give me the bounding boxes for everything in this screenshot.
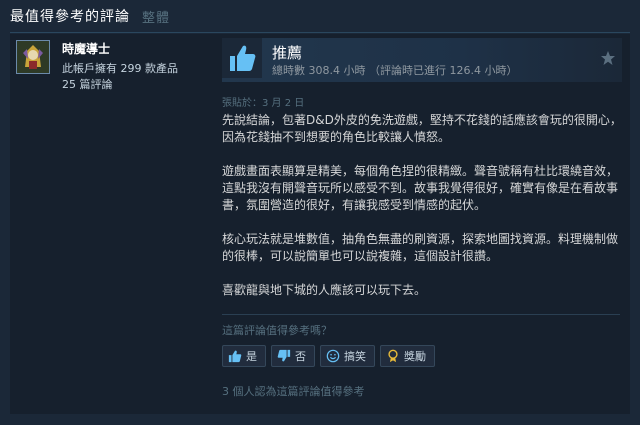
vote-yes-label: 是: [246, 350, 257, 363]
review-paragraph: 先說結論，包著D&D外皮的免洗遊戲，堅持不花錢的話應該會玩的很開心，因為花錢抽不…: [222, 113, 622, 144]
section-header: 最值得參考的評論 整體: [0, 0, 640, 32]
review-verdict: 推薦: [272, 44, 303, 62]
review-body: 先說結論，包著D&D外皮的免洗遊戲，堅持不花錢的話應該會玩的很開心，因為花錢抽不…: [222, 112, 622, 316]
award-label: 獎勵: [404, 350, 426, 363]
author-block: 時魔導士 此帳戶擁有 299 款產品 25 篇評論: [10, 34, 210, 134]
vote-no-label: 否: [295, 350, 306, 363]
thumbs-up-icon: [230, 45, 256, 71]
feedback-divider: [222, 314, 620, 315]
vote-funny-label: 搞笑: [344, 350, 366, 363]
star-icon[interactable]: [600, 50, 616, 66]
author-products-owned: 此帳戶擁有 299 款產品: [62, 62, 178, 75]
vote-funny-button[interactable]: 搞笑: [320, 345, 375, 367]
recommend-thumb: [222, 38, 262, 78]
review-paragraph: 核心玩法就是堆數值，抽角色無盡的刷資源，探索地圖找資源。料理機制做的很棒，可以說…: [222, 232, 619, 263]
avatar[interactable]: [16, 40, 50, 74]
review-posted-date: 張貼於：3 月 2 日: [222, 98, 305, 109]
vote-no-button[interactable]: 否: [271, 345, 315, 367]
review-paragraph: 喜歡龍與地下城的人應該可以玩下去。: [222, 283, 427, 297]
thumbs-up-icon: [228, 350, 242, 363]
tab-overall[interactable]: 整體: [142, 7, 170, 26]
award-button[interactable]: 獎勵: [380, 345, 435, 367]
review-paragraph: 遊戲畫面表顯算是精美，每個角色捏的很精緻。聲音號稱有杜比環繞音效，這點我沒有開聲…: [222, 164, 619, 212]
vote-buttons: 是 否 搞笑 獎勵: [222, 345, 435, 367]
helpful-question: 這篇評論值得參考嗎？: [222, 324, 332, 337]
vote-yes-button[interactable]: 是: [222, 345, 266, 367]
header-divider: [10, 32, 630, 33]
smiley-icon: [326, 349, 340, 363]
section-title: 最值得參考的評論: [10, 9, 130, 25]
review-header: 推薦 總時數 308.4 小時 （評論時已進行 126.4 小時）: [222, 38, 622, 82]
review-hours: 總時數 308.4 小時 （評論時已進行 126.4 小時）: [272, 64, 518, 77]
helpful-count: 3 個人認為這篇評論值得參考: [222, 385, 365, 398]
author-reviews-count[interactable]: 25 篇評論: [62, 76, 113, 92]
author-name[interactable]: 時魔導士: [62, 40, 110, 57]
thumbs-down-icon: [277, 349, 291, 362]
award-icon: [388, 349, 398, 363]
review-card: 時魔導士 此帳戶擁有 299 款產品 25 篇評論 推薦 總時數 308.4 小…: [10, 34, 630, 414]
